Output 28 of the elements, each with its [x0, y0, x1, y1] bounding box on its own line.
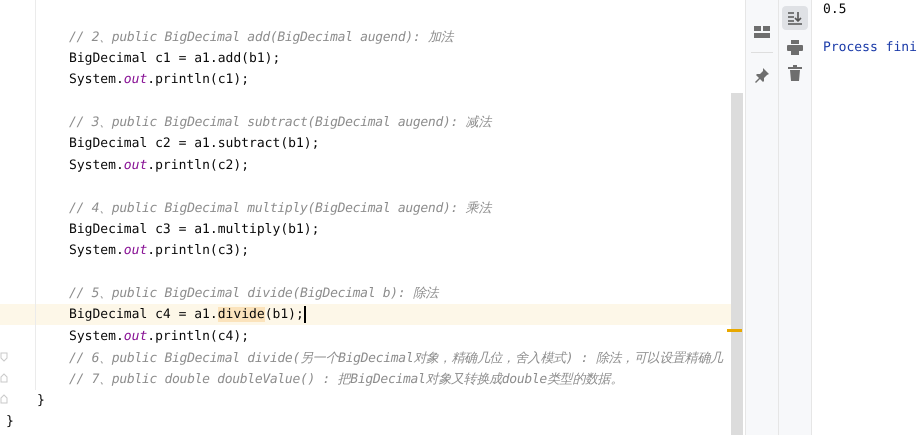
caret-marker — [727, 329, 742, 332]
console-line: Process fini — [823, 39, 917, 57]
pin-icon[interactable] — [754, 67, 770, 83]
layout-icon[interactable] — [754, 26, 770, 38]
code-comment: // 3、public BigDecimal subtract(BigDecimal augend): 减法 — [69, 114, 491, 132]
scroll-to-end-icon — [787, 11, 803, 25]
text-caret — [304, 306, 306, 324]
code-line: BigDecimal c3 = a1.multiply(b1); — [69, 222, 320, 237]
scroll-to-end-button[interactable] — [782, 6, 808, 30]
code-line: System.out.println(c4); — [69, 328, 250, 344]
code-line: BigDecimal c1 = a1.add(b1); — [69, 50, 280, 66]
code-line: } — [37, 392, 45, 408]
code-editor[interactable] — [0, 0, 745, 435]
console-line: 0.5 — [823, 1, 848, 19]
code-line: System.out.println(c1); — [69, 72, 250, 87]
code-line: System.out.println(c3); — [69, 243, 250, 258]
code-comment: // 7、public double doubleValue() : 把BigDecimal对象又转换成double类型的数据。 — [69, 370, 624, 388]
code-line: BigDecimal c4 = a1.divide(b1); — [69, 307, 304, 322]
print-icon[interactable] — [787, 40, 803, 55]
code-line: System.out.println(c2); — [69, 158, 250, 173]
scrollbar[interactable] — [731, 93, 743, 435]
code-line: } — [6, 414, 14, 430]
code-line: BigDecimal c2 = a1.subtract(b1); — [69, 136, 320, 152]
code-comment: // 6、public BigDecimal divide(另一个BigDecimal对象，精确几位，舍入模式) : 除法，可以设置精确几 — [69, 350, 723, 367]
code-comment: // 5、public BigDecimal divide(BigDecimal b): 除法 — [69, 285, 438, 302]
trash-icon[interactable] — [788, 65, 802, 81]
code-comment: // 4、public BigDecimal multiply(BigDecimal augend): 乘法 — [69, 200, 491, 217]
code-comment: // 2、public BigDecimal add(BigDecimal augend): 加法 — [69, 28, 454, 46]
